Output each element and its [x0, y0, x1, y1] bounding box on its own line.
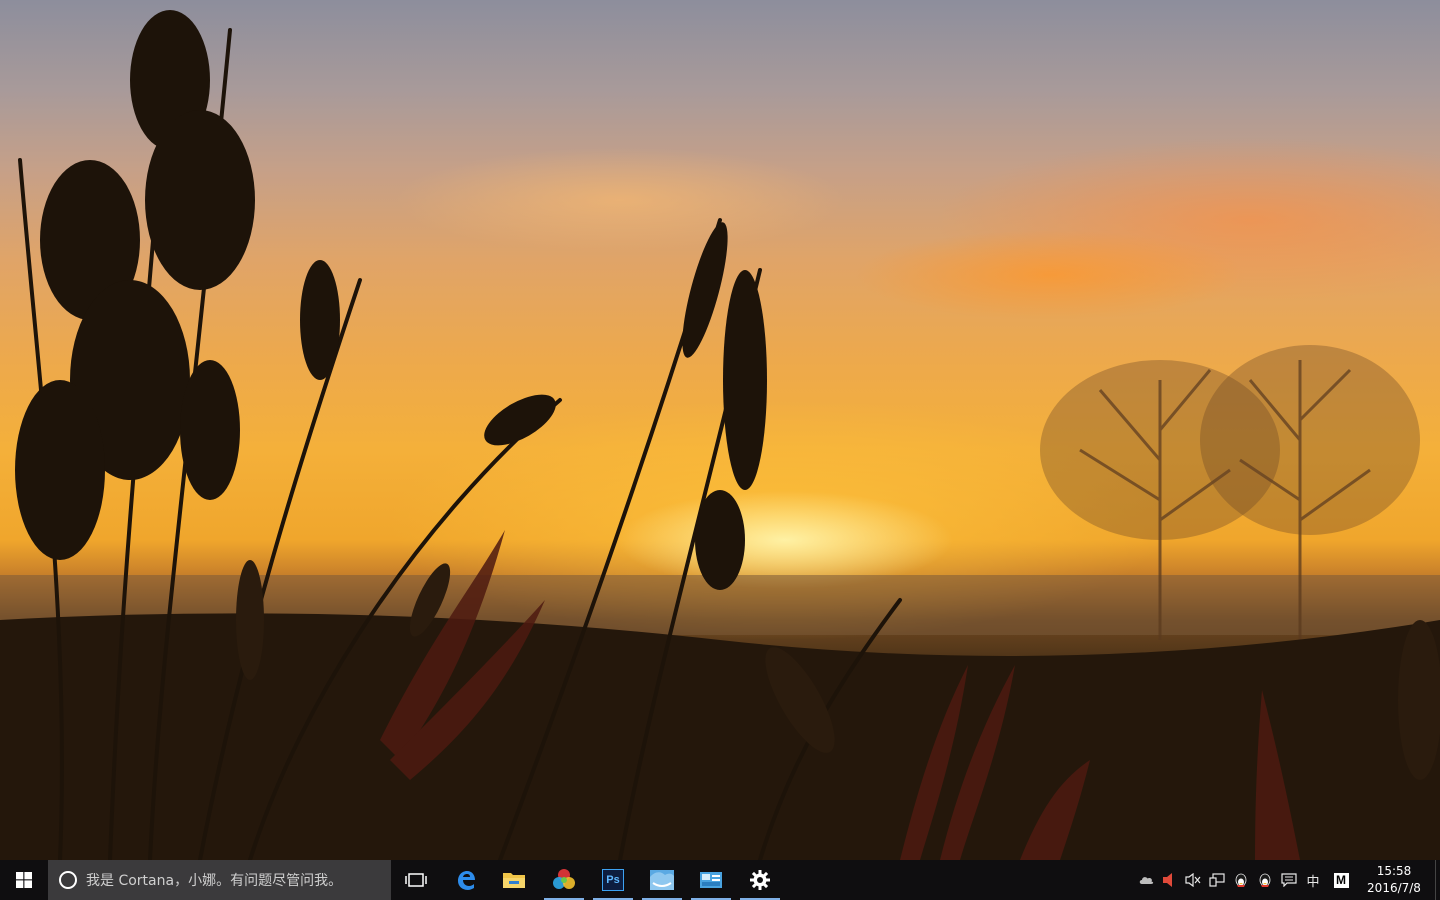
clock-time: 15:58	[1376, 864, 1412, 878]
weather-app-icon	[650, 870, 674, 890]
cloud-icon	[1139, 877, 1154, 884]
taskbar-app-picture-viewer[interactable]	[540, 860, 588, 900]
taskbar-app-file-explorer[interactable]	[490, 860, 538, 900]
photoshop-icon: Ps	[602, 869, 624, 891]
cortana-search-box[interactable]: 我是 Cortana，小娜。有问题尽管问我。	[48, 860, 391, 900]
red-speaker-icon	[1163, 873, 1172, 887]
volume-mute-glyph-icon	[1185, 873, 1201, 887]
penguin-icon	[1235, 873, 1247, 887]
windows-logo-icon	[16, 872, 32, 888]
network-icon[interactable]	[1209, 872, 1225, 888]
photoshop-label: Ps	[606, 874, 620, 886]
show-desktop-button[interactable]	[1435, 860, 1440, 900]
onedrive-icon[interactable]	[1138, 872, 1154, 888]
cortana-icon	[59, 871, 77, 889]
speaker-app-icon[interactable]	[1161, 872, 1177, 888]
notification-icon	[1281, 873, 1297, 887]
taskbar-app-settings[interactable]	[736, 860, 784, 900]
wallpaper-scene	[0, 10, 1440, 860]
clock-date: 2016/7/8	[1367, 881, 1421, 895]
m-badge-label: M	[1336, 873, 1346, 887]
desktop-wallpaper	[0, 0, 1440, 860]
taskbar: 我是 Cortana，小娜。有问题尽管问我。 Ps 中 M 15:58 2016…	[0, 860, 1440, 900]
volume-mute-icon[interactable]	[1185, 872, 1201, 888]
taskbar-clock[interactable]: 15:58 2016/7/8	[1364, 863, 1424, 897]
penguin-icon-2	[1259, 873, 1271, 887]
control-panel-icon	[700, 872, 722, 888]
qq-icon[interactable]	[1233, 872, 1249, 888]
edge-icon	[458, 871, 475, 890]
search-placeholder: 我是 Cortana，小娜。有问题尽管问我。	[86, 873, 343, 889]
m-badge: M	[1333, 872, 1349, 888]
task-view-button[interactable]	[392, 860, 440, 900]
taskbar-app-photoshop[interactable]: Ps	[589, 860, 637, 900]
input-method-indicator[interactable]: 中	[1305, 872, 1321, 890]
action-center-icon[interactable]	[1281, 872, 1297, 888]
start-button[interactable]	[0, 860, 48, 900]
qq-secondary-icon[interactable]	[1257, 872, 1273, 888]
taskbar-app-weather[interactable]	[638, 860, 686, 900]
gear-icon	[750, 870, 770, 890]
color-wheel-icon	[553, 869, 575, 889]
m-app-icon[interactable]: M	[1333, 872, 1349, 888]
taskbar-app-network[interactable]	[687, 860, 735, 900]
network-monitor-icon	[1209, 873, 1225, 887]
taskbar-app-edge[interactable]	[442, 860, 490, 900]
task-view-icon	[405, 873, 427, 887]
folder-icon	[503, 873, 525, 888]
